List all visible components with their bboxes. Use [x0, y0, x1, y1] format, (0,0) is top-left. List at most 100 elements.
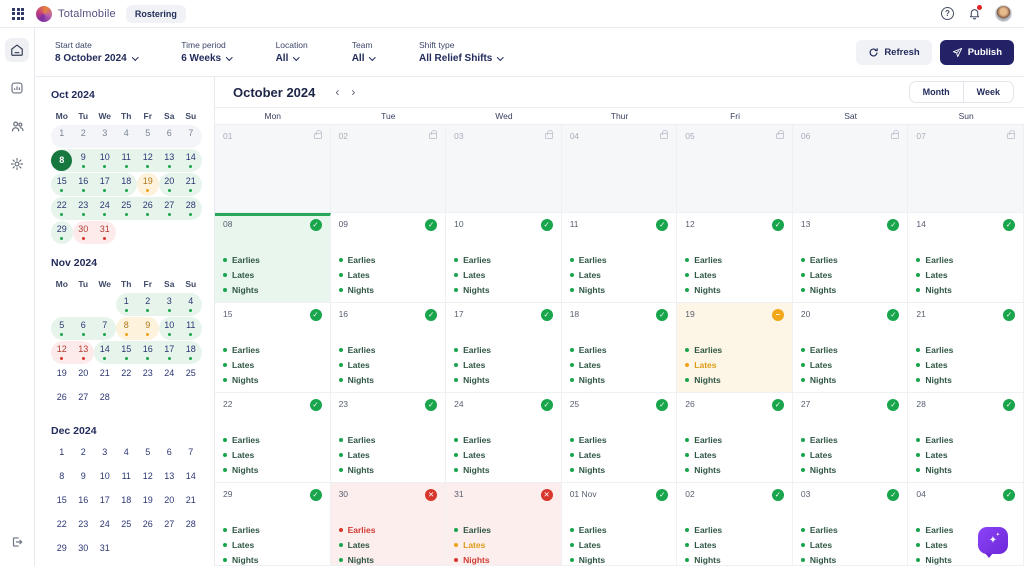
mini-day[interactable]: 8: [116, 317, 138, 340]
mini-day[interactable]: 3: [94, 125, 116, 148]
day-cell[interactable]: 12✓EarliesLatesNights: [677, 213, 793, 303]
mini-day[interactable]: 14: [180, 468, 202, 491]
mini-day[interactable]: 5: [137, 125, 159, 148]
mini-day[interactable]: 18: [116, 492, 138, 515]
mini-day[interactable]: 26: [51, 389, 73, 412]
mini-day[interactable]: 13: [159, 149, 181, 172]
mini-day[interactable]: 30: [73, 540, 95, 563]
day-cell[interactable]: 30✕EarliesLatesNights: [331, 483, 447, 566]
mini-day[interactable]: 11: [116, 149, 138, 172]
mini-day[interactable]: 19: [51, 365, 73, 388]
mini-day[interactable]: 29: [51, 540, 73, 563]
mini-day[interactable]: 17: [94, 492, 116, 515]
mini-day[interactable]: 10: [159, 317, 181, 340]
day-cell[interactable]: 23✓EarliesLatesNights: [331, 393, 447, 483]
sidebar-item-logout[interactable]: [5, 530, 29, 554]
mini-day[interactable]: 30: [73, 221, 95, 244]
mini-day[interactable]: 4: [116, 125, 138, 148]
mini-day[interactable]: 29: [51, 221, 73, 244]
mini-day[interactable]: 16: [73, 173, 95, 196]
mini-day[interactable]: 6: [73, 317, 95, 340]
app-grid-icon[interactable]: [12, 8, 24, 20]
mini-day[interactable]: 12: [137, 468, 159, 491]
filter-shift-type[interactable]: Shift type All Relief Shifts: [419, 40, 503, 64]
day-cell[interactable]: 02: [331, 125, 447, 213]
mini-day[interactable]: 27: [159, 516, 181, 539]
mini-day[interactable]: 26: [137, 516, 159, 539]
day-cell[interactable]: 16✓EarliesLatesNights: [331, 303, 447, 393]
mini-day[interactable]: 6: [159, 125, 181, 148]
day-cell[interactable]: 02✓EarliesLatesNights: [677, 483, 793, 566]
mini-day[interactable]: 16: [137, 341, 159, 364]
mini-day[interactable]: 9: [73, 468, 95, 491]
prev-month-button[interactable]: ‹: [329, 86, 345, 98]
mini-day[interactable]: 25: [116, 197, 138, 220]
day-cell[interactable]: 06: [793, 125, 909, 213]
mini-day[interactable]: 16: [73, 492, 95, 515]
day-cell[interactable]: 10✓EarliesLatesNights: [446, 213, 562, 303]
mini-day[interactable]: 9: [73, 149, 95, 172]
sidebar-item-reports[interactable]: [5, 76, 29, 100]
mini-day[interactable]: 1: [116, 293, 138, 316]
mini-day[interactable]: 24: [94, 197, 116, 220]
mini-day[interactable]: 3: [159, 293, 181, 316]
mini-day[interactable]: 28: [180, 197, 202, 220]
day-cell[interactable]: 17✓EarliesLatesNights: [446, 303, 562, 393]
day-cell[interactable]: 20✓EarliesLatesNights: [793, 303, 909, 393]
filter-start-date[interactable]: Start date 8 October 2024: [55, 40, 137, 64]
mini-day[interactable]: 6: [159, 444, 181, 467]
mini-day[interactable]: 7: [180, 444, 202, 467]
mini-day[interactable]: 27: [159, 197, 181, 220]
mini-day[interactable]: 5: [51, 317, 73, 340]
mini-day[interactable]: 12: [137, 149, 159, 172]
day-cell[interactable]: 09✓EarliesLatesNights: [331, 213, 447, 303]
mini-day[interactable]: 8: [51, 468, 73, 491]
mini-day[interactable]: 27: [73, 389, 95, 412]
mini-day[interactable]: 18: [180, 341, 202, 364]
day-cell[interactable]: 29✓EarliesLatesNights: [215, 483, 331, 566]
filter-time-period[interactable]: Time period 6 Weeks: [181, 40, 231, 64]
mini-day[interactable]: 19: [137, 492, 159, 515]
day-cell[interactable]: 24✓EarliesLatesNights: [446, 393, 562, 483]
mini-day[interactable]: 31: [94, 540, 116, 563]
day-cell[interactable]: 01: [215, 125, 331, 213]
mini-day[interactable]: 26: [137, 197, 159, 220]
filter-team[interactable]: Team All: [352, 40, 375, 64]
mini-day[interactable]: 19: [137, 173, 159, 196]
day-cell[interactable]: 14✓EarliesLatesNights: [908, 213, 1024, 303]
sidebar-item-people[interactable]: [5, 114, 29, 138]
mini-day[interactable]: 22: [51, 197, 73, 220]
mini-day[interactable]: 20: [159, 173, 181, 196]
mini-day[interactable]: 13: [73, 341, 95, 364]
day-cell[interactable]: 08✓EarliesLatesNights: [215, 213, 331, 303]
mini-day[interactable]: 25: [180, 365, 202, 388]
mini-day[interactable]: 17: [159, 341, 181, 364]
day-cell[interactable]: 28✓EarliesLatesNights: [908, 393, 1024, 483]
day-cell[interactable]: 04✓EarliesLatesNights: [908, 483, 1024, 566]
mini-day[interactable]: 12: [51, 341, 73, 364]
mini-day[interactable]: 31: [94, 221, 116, 244]
mini-day[interactable]: 3: [94, 444, 116, 467]
mini-day[interactable]: 15: [51, 173, 73, 196]
day-cell[interactable]: 18✓EarliesLatesNights: [562, 303, 678, 393]
mini-day[interactable]: 18: [116, 173, 138, 196]
mini-day[interactable]: 20: [159, 492, 181, 515]
publish-button[interactable]: Publish: [940, 40, 1014, 65]
refresh-button[interactable]: Refresh: [856, 40, 931, 65]
mini-day[interactable]: 1: [51, 125, 73, 148]
mini-day[interactable]: 10: [94, 468, 116, 491]
day-cell[interactable]: 03✓EarliesLatesNights: [793, 483, 909, 566]
day-cell[interactable]: 15✓EarliesLatesNights: [215, 303, 331, 393]
mini-day[interactable]: 4: [116, 444, 138, 467]
mini-day[interactable]: 2: [137, 293, 159, 316]
day-cell[interactable]: 05: [677, 125, 793, 213]
day-cell[interactable]: 07: [908, 125, 1024, 213]
mini-day[interactable]: 23: [73, 516, 95, 539]
user-avatar[interactable]: [995, 5, 1012, 22]
mini-day[interactable]: 22: [116, 365, 138, 388]
mini-day[interactable]: 21: [94, 365, 116, 388]
day-cell[interactable]: 13✓EarliesLatesNights: [793, 213, 909, 303]
sidebar-item-home[interactable]: [5, 38, 29, 62]
mini-day[interactable]: 1: [51, 444, 73, 467]
mini-day[interactable]: 2: [73, 125, 95, 148]
